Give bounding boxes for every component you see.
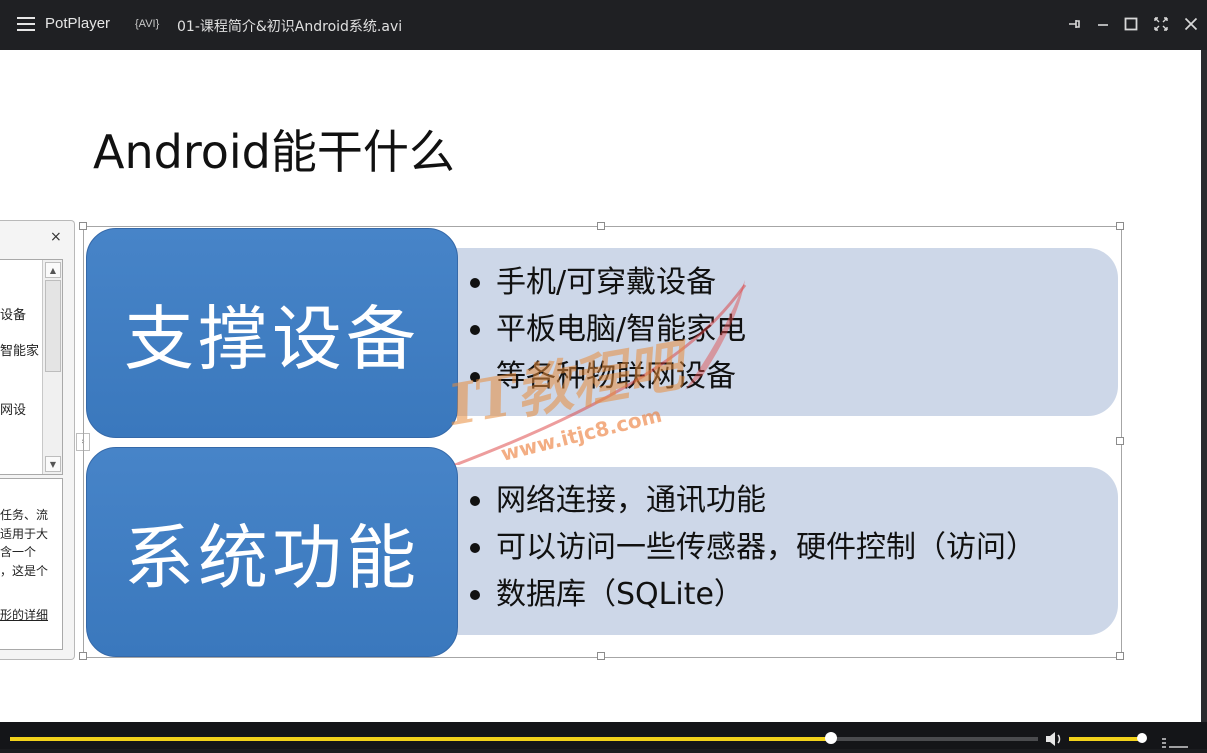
bullet-list: 网络连接，通讯功能 可以访问一些传感器，硬件控制（访问） 数据库（SQLite） xyxy=(468,477,1036,618)
description-pane: 任务、流 适用于大 含一个 ，这是个 形的详细 xyxy=(0,478,63,650)
maximize-icon[interactable] xyxy=(1120,13,1142,35)
scroll-down-icon[interactable]: ▼ xyxy=(45,456,61,472)
playback-controls xyxy=(0,722,1207,749)
bullet-item: 网络连接，通讯功能 xyxy=(468,477,1036,524)
note-line: 含一个 xyxy=(0,545,37,559)
list-item[interactable]: 智能家 xyxy=(0,340,39,359)
section-heading-box: 系统功能 xyxy=(86,447,458,657)
note-line: ，这是个 xyxy=(0,564,49,578)
bullet-item: 可以访问一些传感器，硬件控制（访问） xyxy=(468,524,1036,571)
pane-close-icon[interactable]: × xyxy=(50,229,62,245)
section-heading: 系统功能 xyxy=(124,516,420,599)
list-scrollbar[interactable]: ▲ ▼ xyxy=(42,260,62,474)
seek-handle[interactable] xyxy=(825,732,838,744)
section-heading-box: 支撑设备 xyxy=(86,228,458,438)
smartart-row-features: 系统功能 网络连接，通讯功能 可以访问一些传感器，硬件控制（访问） 数据库（SQ… xyxy=(86,447,1120,657)
minimize-icon[interactable] xyxy=(1092,13,1114,35)
resize-handle[interactable] xyxy=(1116,437,1124,445)
frame-border xyxy=(1201,50,1207,722)
section-heading: 支撑设备 xyxy=(124,297,420,380)
menu-icon[interactable] xyxy=(17,17,35,31)
video-frame[interactable]: Android能干什么 × 设备 智能家 网设 ▲ ▼ 任务、流 适用于大 含一… xyxy=(0,50,1201,722)
pin-icon[interactable] xyxy=(1063,13,1085,35)
playlist-icon[interactable] xyxy=(1160,734,1190,748)
volume-icon[interactable] xyxy=(1045,731,1063,747)
fullscreen-icon[interactable] xyxy=(1150,13,1172,35)
list-item[interactable]: 设备 xyxy=(0,304,26,323)
volume-handle[interactable] xyxy=(1137,733,1148,743)
details-link[interactable]: 形的详细 xyxy=(0,606,48,623)
note-line: 适用于大 xyxy=(0,527,49,541)
scroll-up-icon[interactable]: ▲ xyxy=(45,262,61,278)
volume-level xyxy=(1069,737,1143,741)
list-item[interactable]: 网设 xyxy=(0,399,26,418)
close-icon[interactable] xyxy=(1180,13,1202,35)
watermark-logo: IT教程吧 www.itjc8.com xyxy=(442,265,765,467)
seek-progress xyxy=(10,737,832,741)
note-line: 任务、流 xyxy=(0,508,49,522)
outline-list[interactable]: 设备 智能家 网设 ▲ ▼ xyxy=(0,259,63,475)
title-bar: PotPlayer {AVI} 01-课程简介&初识Android系统.avi xyxy=(0,0,1207,50)
bullet-item: 数据库（SQLite） xyxy=(468,571,1036,618)
slide-title: Android能干什么 xyxy=(93,125,455,179)
format-badge: {AVI} xyxy=(135,18,160,30)
side-pane: × 设备 智能家 网设 ▲ ▼ 任务、流 适用于大 含一个 ，这是个 形的详细 xyxy=(0,220,75,660)
volume-slider[interactable] xyxy=(1069,733,1148,743)
app-name: PotPlayer xyxy=(45,15,111,32)
seek-bar[interactable] xyxy=(10,732,1038,744)
file-name: 01-课程简介&初识Android系统.avi xyxy=(177,19,403,35)
scroll-thumb[interactable] xyxy=(45,280,61,372)
